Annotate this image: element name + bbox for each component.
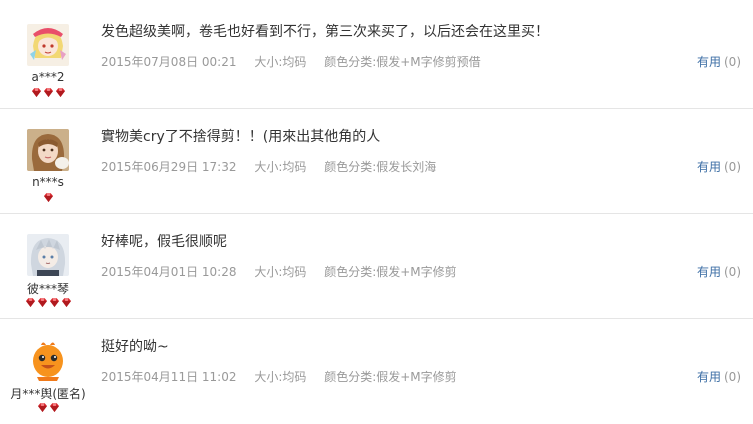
reviewer-level-gems	[0, 192, 96, 203]
gem-icon	[61, 298, 71, 307]
helpful-vote: 有用 (0)	[697, 368, 741, 385]
reviewer-username[interactable]: n***s	[0, 175, 96, 189]
review-meta: 2015年04月11日 11:02 大小:均码 颜色分类:假发+M字修剪	[101, 368, 471, 385]
reviewer-level-gems	[0, 87, 96, 98]
helpful-count: (0)	[724, 160, 741, 174]
helpful-button[interactable]: 有用	[697, 370, 721, 384]
gem-icon	[37, 298, 47, 307]
gem-icon	[43, 193, 53, 202]
gem-icon	[49, 298, 59, 307]
anime-silver-hair-avatar[interactable]	[27, 234, 69, 276]
gem-icon	[43, 88, 53, 97]
reviewer-level-gems	[0, 297, 96, 308]
helpful-vote: 有用 (0)	[697, 53, 741, 70]
review-date: 2015年07月08日 00:21	[101, 55, 237, 69]
review-color: 颜色分类:假发长刘海	[324, 160, 437, 174]
helpful-count: (0)	[724, 55, 741, 69]
gem-icon	[55, 88, 65, 97]
review-comment: 好棒呢，假毛很顺呢	[101, 234, 227, 250]
review-meta: 2015年04月01日 10:28 大小:均码 颜色分类:假发+M字修剪	[101, 263, 471, 280]
gem-icon	[25, 298, 35, 307]
helpful-vote: 有用 (0)	[697, 158, 741, 175]
gem-icon	[31, 88, 41, 97]
gem-icon	[37, 403, 47, 412]
review-date: 2015年04月01日 10:28	[101, 265, 237, 279]
review-comment: 发色超级美啊，卷毛也好看到不行，第三次来买了，以后还会在这里买！	[101, 24, 549, 40]
review-date: 2015年06月29日 17:32	[101, 160, 237, 174]
helpful-count: (0)	[724, 265, 741, 279]
review-comment: 挺好的呦~	[101, 339, 169, 355]
anonymous-orange-avatar[interactable]	[27, 339, 69, 381]
review-comment: 實物美cry了不捨得剪！！(用來出其他角的人	[101, 129, 381, 145]
review-item: a***2 发色超级美啊，卷毛也好看到不行，第三次来买了，以后还会在这里买！ 2…	[0, 5, 753, 109]
review-color: 颜色分类:假发+M字修剪	[324, 370, 457, 384]
anime-blonde-avatar[interactable]	[27, 24, 69, 66]
review-size: 大小:均码	[254, 265, 307, 279]
reviewer-username[interactable]: a***2	[0, 70, 96, 84]
review-meta: 2015年07月08日 00:21 大小:均码 颜色分类:假发+M字修剪预借	[101, 53, 495, 70]
helpful-count: (0)	[724, 370, 741, 384]
reviewer-level-gems	[0, 402, 96, 413]
review-date: 2015年04月11日 11:02	[101, 370, 237, 384]
helpful-button[interactable]: 有用	[697, 265, 721, 279]
review-meta: 2015年06月29日 17:32 大小:均码 颜色分类:假发长刘海	[101, 158, 450, 175]
review-size: 大小:均码	[254, 160, 307, 174]
review-size: 大小:均码	[254, 55, 307, 69]
gem-icon	[49, 403, 59, 412]
review-size: 大小:均码	[254, 370, 307, 384]
review-color: 颜色分类:假发+M字修剪预借	[324, 55, 481, 69]
reviewer-username[interactable]: 彼***琴	[0, 280, 96, 297]
review-item: 彼***琴 好棒呢，假毛很顺呢 2015年04月01日 10:28 大小:均码 …	[0, 215, 753, 319]
helpful-button[interactable]: 有用	[697, 160, 721, 174]
photo-girl-avatar[interactable]	[27, 129, 69, 171]
helpful-vote: 有用 (0)	[697, 263, 741, 280]
review-list: a***2 发色超级美啊，卷毛也好看到不行，第三次来买了，以后还会在这里买！ 2…	[0, 0, 753, 424]
review-item: 月***舆(匿名) 挺好的呦~ 2015年04月11日 11:02 大小:均码 …	[0, 320, 753, 424]
review-color: 颜色分类:假发+M字修剪	[324, 265, 457, 279]
review-item: n***s 實物美cry了不捨得剪！！(用來出其他角的人 2015年06月29日…	[0, 110, 753, 214]
helpful-button[interactable]: 有用	[697, 55, 721, 69]
reviewer-username[interactable]: 月***舆(匿名)	[0, 385, 96, 402]
